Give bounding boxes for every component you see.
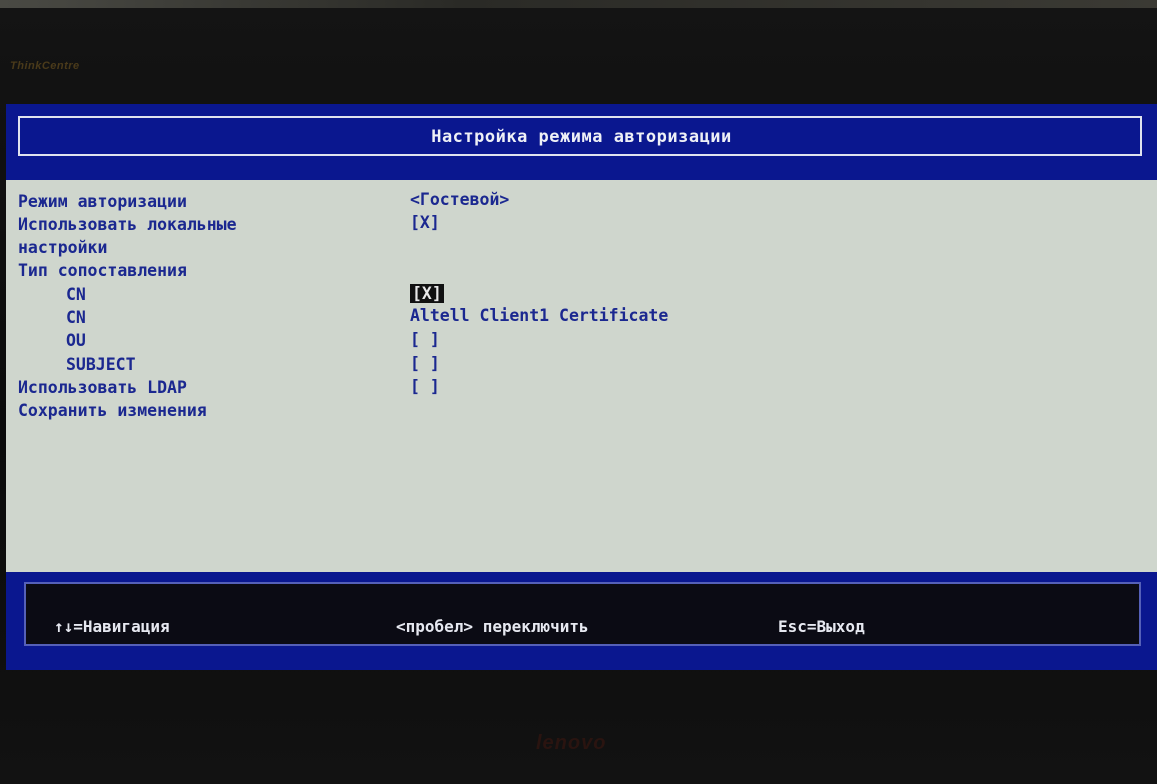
setting-use-local-label-cont: настройки xyxy=(18,238,108,257)
wall-strip xyxy=(0,0,1157,8)
setting-auth-mode-value[interactable]: <Гостевой> xyxy=(410,190,509,209)
setting-use-ldap-label[interactable]: Использовать LDAP xyxy=(18,378,187,397)
setting-auth-mode-label[interactable]: Режим авторизации xyxy=(18,192,187,211)
save-changes-button[interactable]: Сохранить изменения xyxy=(18,401,207,420)
setting-ou-label[interactable]: OU xyxy=(66,331,86,350)
hint-exit: Esc=Выход xyxy=(778,617,865,636)
setting-cn-value-label[interactable]: CN xyxy=(66,308,86,327)
setting-subject-label[interactable]: SUBJECT xyxy=(66,355,136,374)
setting-use-local-label[interactable]: Использовать локальные xyxy=(18,215,237,234)
setting-ou-checkbox[interactable]: [ ] xyxy=(410,330,440,349)
help-bar-inner xyxy=(24,582,1141,646)
setting-cn-value-field[interactable]: Altell Client1 Certificate xyxy=(410,306,668,325)
help-bar: ↑↓=Навигация <пробел> переключить Esc=Вы… xyxy=(6,572,1157,670)
lenovo-logo: lenovo xyxy=(536,732,607,754)
hint-navigation: ↑↓=Навигация xyxy=(54,617,170,636)
setting-subject-checkbox[interactable]: [ ] xyxy=(410,354,440,373)
bios-screen: Настройка режима авторизации Режим автор… xyxy=(6,104,1157,670)
setting-cn-option-label[interactable]: CN xyxy=(66,285,86,304)
page-title: Настройка режима авторизации xyxy=(431,127,732,147)
setting-use-local-checkbox[interactable]: [X] xyxy=(410,213,440,232)
setting-cn-option-checkbox[interactable]: [X] xyxy=(410,284,444,303)
setting-use-ldap-checkbox[interactable]: [ ] xyxy=(410,377,440,396)
title-bar: Настройка режима авторизации xyxy=(6,104,1157,180)
hint-toggle: <пробел> переключить xyxy=(396,617,589,636)
thinkcentre-logo: ThinkCentre xyxy=(10,60,80,72)
setting-mapping-type-label: Тип сопоставления xyxy=(18,261,187,280)
